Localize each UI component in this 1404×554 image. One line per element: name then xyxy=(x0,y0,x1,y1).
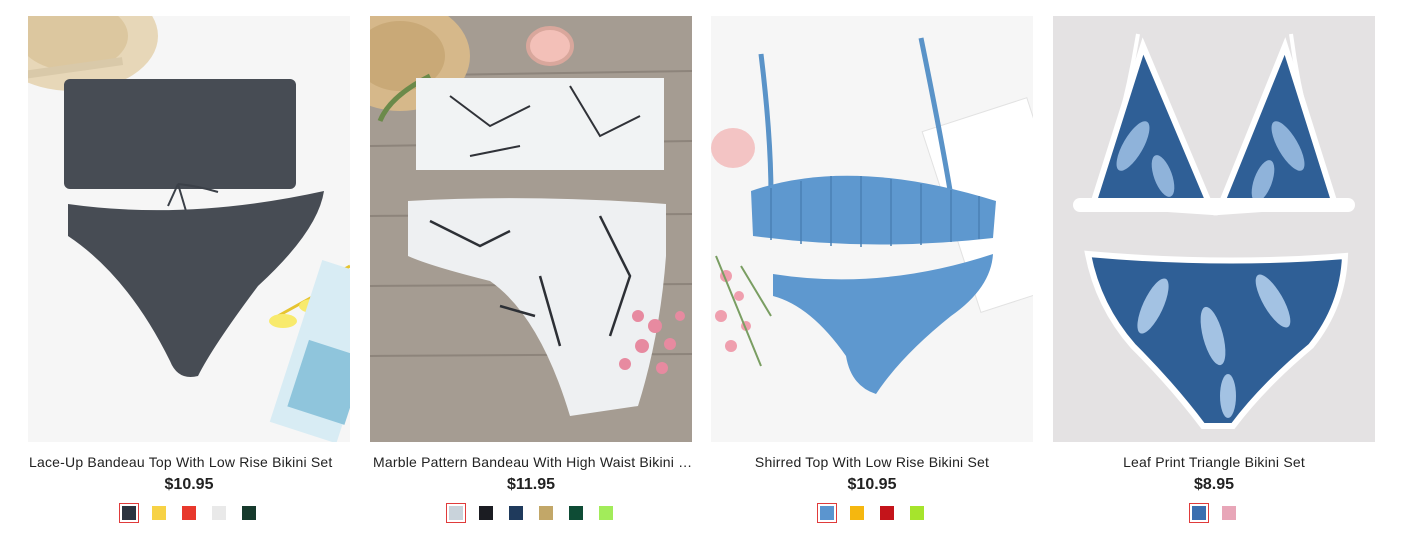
product-price: $11.95 xyxy=(506,476,556,493)
color-swatch[interactable] xyxy=(476,503,496,523)
color-swatches xyxy=(28,503,350,525)
product-image[interactable] xyxy=(28,16,350,442)
product-title[interactable]: Lace-Up Bandeau Top With Low Rise Bikini… xyxy=(28,454,351,472)
color-swatches xyxy=(1053,503,1375,525)
product-card[interactable]: Leaf Print Triangle Bikini Set $8.95 xyxy=(1053,16,1375,546)
product-card[interactable]: Marble Pattern Bandeau With High Waist B… xyxy=(370,16,695,546)
color-swatch[interactable] xyxy=(149,503,169,523)
color-swatch[interactable] xyxy=(506,503,526,523)
color-swatch[interactable] xyxy=(847,503,867,523)
color-swatch[interactable] xyxy=(119,503,139,523)
product-title[interactable]: Marble Pattern Bandeau With High Waist B… xyxy=(370,454,695,472)
color-swatch[interactable] xyxy=(566,503,586,523)
product-card[interactable]: Lace-Up Bandeau Top With Low Rise Bikini… xyxy=(28,16,350,546)
product-image[interactable] xyxy=(711,16,1033,442)
product-title[interactable]: Leaf Print Triangle Bikini Set xyxy=(1053,454,1375,472)
color-swatch[interactable] xyxy=(536,503,556,523)
product-image[interactable] xyxy=(370,16,692,442)
color-swatches xyxy=(711,503,1033,525)
product-price: $10.95 xyxy=(847,476,897,493)
color-swatches xyxy=(370,503,692,525)
color-swatch[interactable] xyxy=(1189,503,1209,523)
product-card[interactable]: Shirred Top With Low Rise Bikini Set $10… xyxy=(711,16,1033,546)
color-swatch[interactable] xyxy=(239,503,259,523)
product-image[interactable] xyxy=(1053,16,1375,442)
product-grid: Lace-Up Bandeau Top With Low Rise Bikini… xyxy=(28,16,1376,546)
color-swatch[interactable] xyxy=(1219,503,1239,523)
color-swatch[interactable] xyxy=(907,503,927,523)
color-swatch[interactable] xyxy=(179,503,199,523)
color-swatch[interactable] xyxy=(877,503,897,523)
color-swatch[interactable] xyxy=(596,503,616,523)
color-swatch[interactable] xyxy=(446,503,466,523)
product-title[interactable]: Shirred Top With Low Rise Bikini Set xyxy=(711,454,1033,472)
color-swatch[interactable] xyxy=(209,503,229,523)
color-swatch[interactable] xyxy=(817,503,837,523)
product-price: $8.95 xyxy=(1193,476,1235,493)
product-price: $10.95 xyxy=(164,476,214,493)
